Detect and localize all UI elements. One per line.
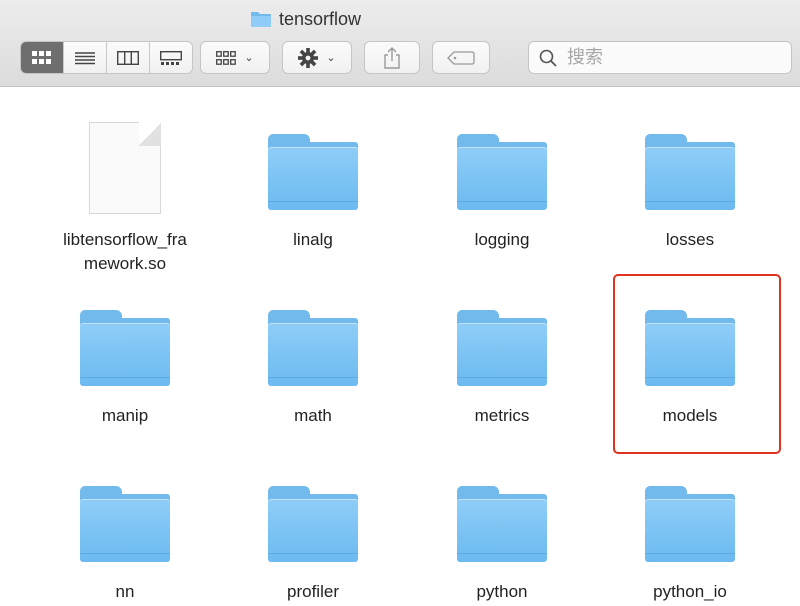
gallery-view-button[interactable] xyxy=(150,42,192,73)
file-label: libtensorflow_fra mework.so xyxy=(63,230,187,273)
folder-label: nn xyxy=(115,582,135,601)
search-input[interactable] xyxy=(565,46,769,69)
folder-icon xyxy=(268,310,358,386)
chevron-down-icon: ⌄ xyxy=(244,52,254,64)
folder-item-metrics[interactable]: metrics xyxy=(422,310,582,428)
tag-icon xyxy=(447,50,475,65)
folder-label: math xyxy=(294,406,332,425)
folder-item-profiler[interactable]: profiler xyxy=(233,486,393,604)
tag-button[interactable] xyxy=(432,41,490,74)
folder-item-nn[interactable]: nn xyxy=(45,486,205,604)
folder-label: manip xyxy=(101,406,149,425)
folder-icon xyxy=(645,486,735,562)
share-button[interactable] xyxy=(364,41,420,74)
folder-icon xyxy=(80,310,170,386)
toolbar: tensorflow ⌄ ⌄ 搜索 xyxy=(0,0,800,87)
folder-label: logging xyxy=(474,230,530,249)
folder-item-python-io[interactable]: python_io xyxy=(610,486,770,604)
folder-item-python[interactable]: python xyxy=(422,486,582,604)
grid-icon xyxy=(32,50,51,64)
group-by-icon xyxy=(216,50,237,65)
document-icon xyxy=(89,122,161,214)
folder-label: metrics xyxy=(474,406,530,425)
group-by-button[interactable]: ⌄ xyxy=(200,41,270,74)
folder-icon xyxy=(457,134,547,210)
share-icon xyxy=(384,46,400,69)
folder-icon xyxy=(645,134,735,210)
gallery-icon xyxy=(160,50,182,65)
folder-label: linalg xyxy=(293,230,333,249)
folder-icon xyxy=(80,486,170,562)
finder-window: tensorflow ⌄ ⌄ 搜索 libtensorflow_fra mewo… xyxy=(0,0,800,606)
action-menu-button[interactable]: ⌄ xyxy=(282,41,352,74)
folder-label: profiler xyxy=(287,582,339,601)
folder-item-math[interactable]: math xyxy=(233,310,393,428)
folder-item-manip[interactable]: manip xyxy=(45,310,205,428)
icon-view-button[interactable] xyxy=(21,42,64,73)
highlight-box xyxy=(613,274,781,454)
folder-icon xyxy=(457,486,547,562)
column-view-button[interactable] xyxy=(107,42,150,73)
gear-icon xyxy=(298,47,319,68)
folder-icon xyxy=(268,134,358,210)
folder-icon xyxy=(457,310,547,386)
folder-item-losses[interactable]: losses xyxy=(610,134,770,252)
list-view-button[interactable] xyxy=(64,42,107,73)
folder-icon xyxy=(268,486,358,562)
list-icon xyxy=(75,51,95,64)
folder-item-linalg[interactable]: linalg xyxy=(233,134,393,252)
chevron-down-icon: ⌄ xyxy=(326,52,336,64)
folder-label: losses xyxy=(665,230,715,249)
folder-item-logging[interactable]: logging xyxy=(422,134,582,252)
view-mode-control xyxy=(20,41,193,74)
window-title-text: tensorflow xyxy=(279,9,362,29)
search-field[interactable] xyxy=(528,41,792,74)
folder-icon xyxy=(250,11,272,28)
folder-label: python_io xyxy=(653,582,727,601)
window-title: tensorflow xyxy=(250,9,361,30)
search-icon xyxy=(539,49,557,67)
columns-icon xyxy=(117,50,139,65)
folder-label: python xyxy=(476,582,528,601)
file-item-libtensorflow-framework[interactable]: libtensorflow_fra mework.so xyxy=(45,122,205,276)
